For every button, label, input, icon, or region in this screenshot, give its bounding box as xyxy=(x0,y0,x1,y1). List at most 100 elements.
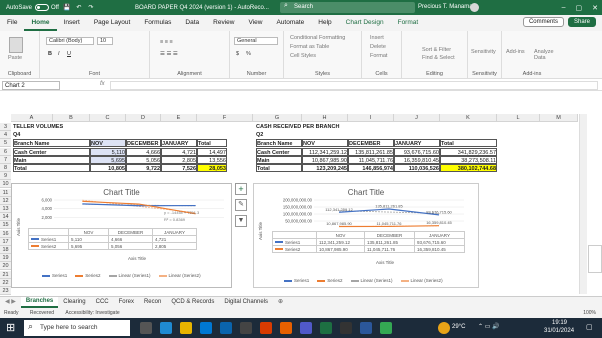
row-header-21[interactable]: 21 xyxy=(0,270,11,279)
tab-branches[interactable]: Branches xyxy=(20,297,59,308)
tab-qcd-records[interactable]: QCD & Records xyxy=(166,297,219,308)
store-icon[interactable] xyxy=(200,322,212,334)
paste-button[interactable]: Paste xyxy=(8,55,22,61)
name-box[interactable]: Chart 2 xyxy=(2,81,60,90)
row-header-15[interactable]: 15 xyxy=(0,221,11,230)
align-top-icon[interactable]: ≡ ≡ ≡ xyxy=(160,39,173,45)
right-table-header[interactable]: JANUARY xyxy=(394,139,440,148)
right-table-header[interactable]: NOV xyxy=(302,139,348,148)
font-size-select[interactable]: 10 xyxy=(97,37,113,45)
row-header-6[interactable]: 6 xyxy=(0,147,11,156)
left-table-cell[interactable]: Main xyxy=(13,155,90,164)
chart-cash-received[interactable]: Chart Title Axis Title 50,000,000.00 100,… xyxy=(253,183,479,288)
row-header-17[interactable]: 17 xyxy=(0,237,11,246)
taskbar-search-input[interactable]: Type here to search xyxy=(24,320,130,336)
sensitivity-button[interactable]: Sensitivity xyxy=(471,49,496,55)
format-as-table-button[interactable]: Format as Table xyxy=(290,44,329,50)
column-header-g[interactable]: G xyxy=(253,114,302,122)
save-icon[interactable]: 💾 xyxy=(63,4,71,12)
row-header-20[interactable]: 20 xyxy=(0,262,11,271)
left-table-cell[interactable]: Cash Center xyxy=(13,147,90,156)
row-header-13[interactable]: 13 xyxy=(0,205,11,213)
menu-formulas[interactable]: Formulas xyxy=(137,15,178,31)
tab-digital-channels[interactable]: Digital Channels xyxy=(219,297,273,308)
accessibility-status[interactable]: Accessibility: Investigate xyxy=(65,310,119,316)
right-table-subtitle[interactable]: Q2 xyxy=(256,131,296,139)
tab-recon[interactable]: Recon xyxy=(139,297,166,308)
left-table-cell[interactable]: 13,556 xyxy=(197,155,227,164)
menu-review[interactable]: Review xyxy=(206,15,241,31)
left-table-cell[interactable]: 28,053 xyxy=(197,164,227,172)
left-table-cell[interactable]: 7,526 xyxy=(161,164,197,172)
row-header-22[interactable]: 22 xyxy=(0,278,11,287)
right-table-cell[interactable]: 38,273,508.11 xyxy=(440,155,497,164)
tab-forex[interactable]: Forex xyxy=(114,297,139,308)
left-table-cell[interactable]: 4,666 xyxy=(126,147,161,156)
edge-icon[interactable] xyxy=(160,322,172,334)
row-header-11[interactable]: 11 xyxy=(0,188,11,197)
font-name-select[interactable]: Calibri (Body) xyxy=(46,37,94,45)
maximize-button[interactable]: ▢ xyxy=(576,4,583,12)
right-table-header[interactable]: Branch Name xyxy=(256,139,302,148)
firefox-icon[interactable] xyxy=(280,322,292,334)
conditional-formatting-button[interactable]: Conditional Formatting xyxy=(290,35,345,41)
column-header-e[interactable]: E xyxy=(161,114,197,122)
right-table-header[interactable]: Total xyxy=(440,139,497,148)
left-table-cell[interactable]: 5,110 xyxy=(90,147,126,156)
teams-icon[interactable] xyxy=(300,322,312,334)
menu-insert[interactable]: Insert xyxy=(57,15,87,31)
chart-filters-icon[interactable]: ▼ xyxy=(235,215,247,227)
powerpoint-icon[interactable] xyxy=(260,322,272,334)
right-table-cell[interactable]: 341,829,236.57 xyxy=(440,147,497,156)
menu-automate[interactable]: Automate xyxy=(269,15,311,31)
addins-button[interactable]: Add-ins xyxy=(506,49,525,55)
left-table-title[interactable]: TELLER VOLUMES xyxy=(13,123,93,131)
row-header-9[interactable]: 9 xyxy=(0,172,11,181)
right-table-cell[interactable]: Total xyxy=(256,164,302,172)
currency-button[interactable]: $ xyxy=(236,51,239,57)
menu-data[interactable]: Data xyxy=(178,15,206,31)
right-table-cell[interactable]: 93,676,715.60 xyxy=(394,147,440,156)
cell-styles-button[interactable]: Cell Styles xyxy=(290,53,316,59)
row-header-18[interactable]: 18 xyxy=(0,246,11,254)
outlook-icon[interactable] xyxy=(220,322,232,334)
search-input[interactable]: Search xyxy=(280,2,415,13)
left-table-header[interactable]: DECEMBER xyxy=(126,139,161,148)
avatar[interactable] xyxy=(470,3,479,12)
left-table-cell[interactable]: 14,497 xyxy=(197,147,227,156)
share-button[interactable]: Share xyxy=(567,17,596,27)
word-icon[interactable] xyxy=(360,322,372,334)
right-table-cell[interactable]: Main xyxy=(256,155,302,164)
formula-input[interactable] xyxy=(110,81,598,90)
menu-format[interactable]: Format xyxy=(391,15,426,31)
row-header-14[interactable]: 14 xyxy=(0,213,11,222)
file-explorer-icon[interactable] xyxy=(180,322,192,334)
calculator-icon[interactable] xyxy=(340,322,352,334)
right-table-title[interactable]: CASH RECEIVED PER BRANCH xyxy=(256,123,356,131)
column-header-a[interactable]: A xyxy=(11,114,53,122)
delete-cells-button[interactable]: Delete xyxy=(370,44,386,50)
column-header-m[interactable]: M xyxy=(540,114,578,122)
column-header-d[interactable]: D xyxy=(126,114,161,122)
windows-start-icon[interactable]: ⊞ xyxy=(6,321,15,334)
paste-icon[interactable] xyxy=(9,37,23,53)
left-table-cell[interactable]: 5,695 xyxy=(90,155,126,164)
column-header-b[interactable]: B xyxy=(53,114,90,122)
row-header-16[interactable]: 16 xyxy=(0,229,11,238)
sort-filter-button[interactable]: Sort & Filter xyxy=(422,47,451,53)
chrome-icon[interactable] xyxy=(380,322,392,334)
menu-help[interactable]: Help xyxy=(311,15,338,31)
left-table-subtitle[interactable]: Q4 xyxy=(13,131,53,139)
percent-button[interactable]: % xyxy=(246,51,251,57)
insert-cells-button[interactable]: Insert xyxy=(370,35,384,41)
task-view-icon[interactable] xyxy=(140,322,152,334)
column-header-l[interactable]: L xyxy=(497,114,540,122)
right-table-cell[interactable]: 16,359,810.45 xyxy=(394,155,440,164)
user-name[interactable]: Precious T. Manama xyxy=(418,4,473,10)
right-table-cell[interactable]: Cash Center xyxy=(256,147,302,156)
right-table-cell[interactable]: 146,856,974 xyxy=(348,164,394,172)
right-table-cell[interactable]: 11,045,711.76 xyxy=(348,155,394,164)
format-cells-button[interactable]: Format xyxy=(370,53,387,59)
excel-icon[interactable] xyxy=(320,322,332,334)
row-header-3[interactable]: 3 xyxy=(0,123,11,131)
